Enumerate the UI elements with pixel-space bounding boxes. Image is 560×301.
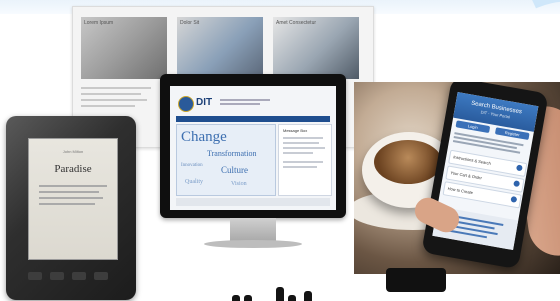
monitor-foot — [204, 240, 302, 248]
phone-menu-row-label: Instructions & Search — [452, 154, 492, 166]
bg-panel-title: Dolor Sit — [180, 20, 200, 26]
hero-word: Culture — [221, 165, 248, 175]
chevron-right-icon — [510, 195, 518, 203]
composite-photo: Lorem Ipsum Dolor Sit Amet Consectetur J… — [0, 0, 560, 301]
bg-panel-title: Lorem Ipsum — [84, 20, 114, 26]
coffee — [374, 140, 442, 184]
side-message-box: Message Box — [278, 124, 332, 196]
monitor-stand — [230, 218, 276, 242]
cropped-text-fragment — [232, 283, 322, 301]
smartphone: Search Businesses DIT - Your Portal Logi… — [421, 82, 549, 270]
book-author: John Milton — [62, 149, 84, 154]
chevron-right-icon — [513, 180, 521, 188]
ereader-key — [94, 272, 108, 280]
ereader-keys — [24, 266, 120, 288]
phone-coffee-photo: Search Businesses DIT - Your Portal Logi… — [354, 82, 560, 274]
ereader-key — [72, 272, 86, 280]
book-title: Paradise — [54, 163, 92, 175]
chevron-right-icon — [515, 164, 523, 172]
hero-word: Change — [181, 129, 227, 145]
bg-panel-title: Amet Consectetur — [276, 20, 317, 26]
phone-menu-row-label: Your Cart & Order — [450, 170, 483, 181]
hero-word: Quality — [185, 179, 203, 185]
ereader-key — [28, 272, 42, 280]
ereader-device: John Milton Paradise — [6, 116, 136, 300]
hero-word-cloud: Change Transformation Innovation Culture… — [176, 124, 276, 196]
bg-panel-1: Lorem Ipsum — [81, 17, 167, 79]
tablet-edge — [386, 268, 446, 292]
monitor-screen: DIT Change Transformation Innovation Cul… — [170, 86, 336, 210]
phone-menu-row-label: How to Create — [447, 185, 474, 196]
bg-panel-3: Amet Consectetur — [273, 17, 359, 79]
bg-panel-2: Dolor Sit — [177, 17, 263, 79]
seal-logo-icon — [178, 96, 194, 112]
hero-word: Transformation — [207, 149, 257, 158]
desktop-monitor: DIT Change Transformation Innovation Cul… — [160, 74, 346, 248]
site-navbar — [176, 116, 330, 122]
hero-word: Innovation — [181, 163, 203, 168]
side-box-title: Message Box — [283, 128, 308, 133]
ereader-screen: John Milton Paradise — [28, 138, 118, 260]
ereader-key — [50, 272, 64, 280]
hero-word: Vision — [231, 181, 247, 187]
site-logo-text: DIT — [196, 97, 213, 108]
